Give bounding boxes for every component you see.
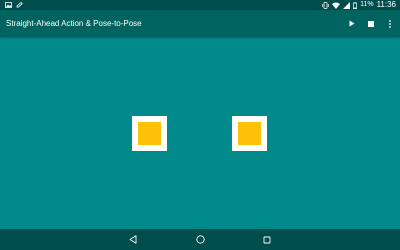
home-button[interactable] bbox=[190, 229, 210, 250]
image-icon bbox=[5, 2, 12, 8]
overflow-menu-icon bbox=[389, 19, 391, 28]
status-bar: 11% 11:36 bbox=[0, 0, 400, 10]
toolbar-actions bbox=[348, 10, 394, 37]
square-fill bbox=[238, 122, 261, 145]
animated-square-right bbox=[232, 116, 267, 151]
back-button[interactable] bbox=[123, 229, 143, 250]
status-right-icons: 11% 11:36 bbox=[322, 0, 396, 10]
status-left-icons bbox=[5, 0, 23, 10]
navigation-bar bbox=[0, 229, 400, 250]
battery-percent: 11% bbox=[360, 1, 374, 8]
battery-icon bbox=[353, 1, 358, 9]
animated-square-left bbox=[132, 116, 167, 151]
wifi-icon bbox=[332, 2, 341, 9]
signal-icon bbox=[343, 1, 351, 9]
edit-icon bbox=[16, 2, 23, 8]
back-icon bbox=[129, 231, 137, 249]
square-fill bbox=[138, 122, 161, 145]
stop-icon bbox=[368, 20, 374, 27]
status-time: 11:36 bbox=[376, 0, 396, 9]
home-icon bbox=[195, 231, 205, 249]
page-title: Straight-Ahead Action & Pose-to-Pose bbox=[6, 19, 142, 28]
vibrate-icon bbox=[322, 1, 329, 9]
recents-button[interactable] bbox=[257, 229, 277, 250]
overflow-menu-button[interactable] bbox=[386, 19, 394, 29]
play-button[interactable] bbox=[348, 19, 356, 29]
app-screen: 11% 11:36 Straight-Ahead Action & Pose-t… bbox=[0, 0, 400, 250]
recents-icon bbox=[263, 231, 271, 249]
stop-button[interactable] bbox=[367, 19, 375, 29]
app-toolbar: Straight-Ahead Action & Pose-to-Pose bbox=[0, 10, 400, 37]
play-icon bbox=[349, 20, 355, 27]
